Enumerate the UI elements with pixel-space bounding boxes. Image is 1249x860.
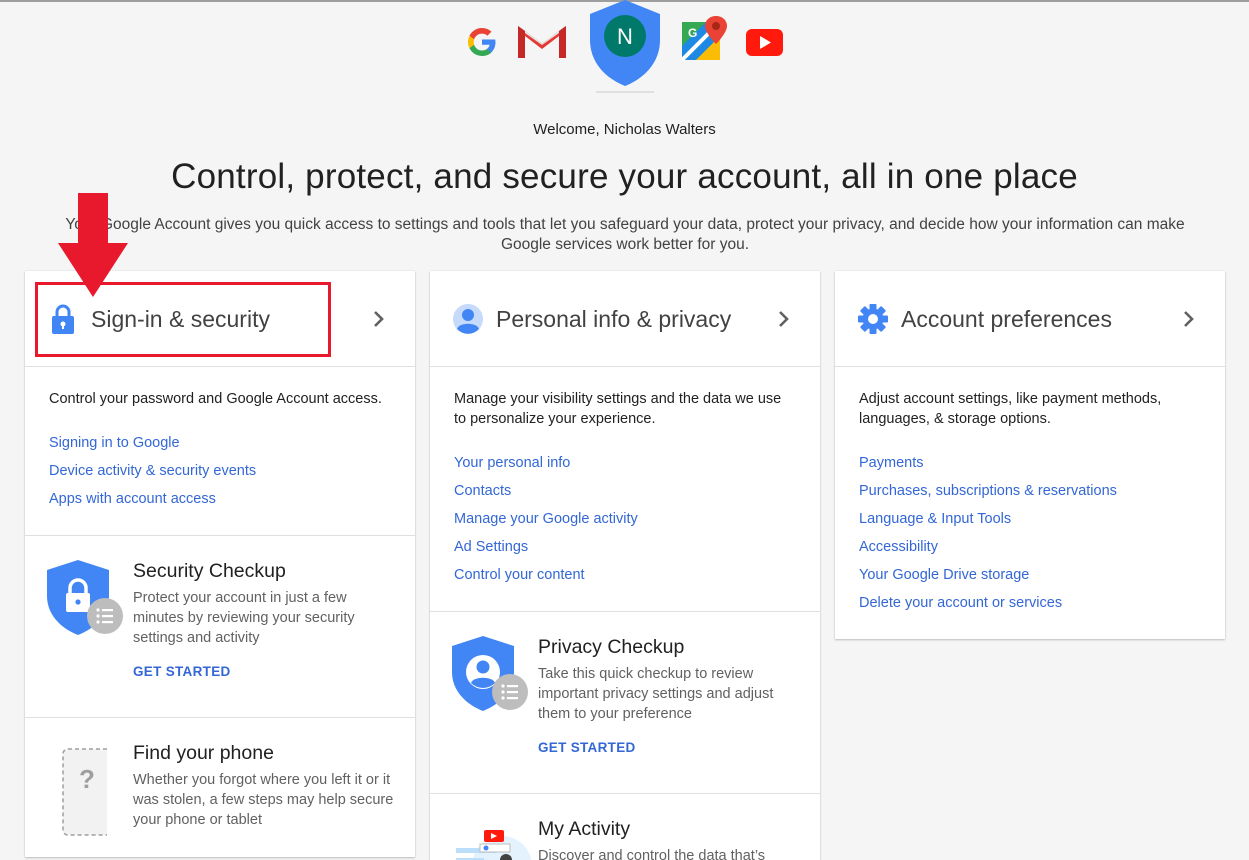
get-started-button[interactable]: GET STARTED [538, 740, 636, 755]
card-personal-info-privacy: Personal info & privacy Manage your visi… [430, 271, 820, 860]
gear-icon [858, 304, 888, 334]
gmail-icon[interactable] [516, 22, 568, 60]
link-contacts[interactable]: Contacts [454, 481, 796, 509]
subcard-find-phone: ? Find your phone Whether you forgot whe… [25, 717, 415, 857]
link-language-input[interactable]: Language & Input Tools [859, 509, 1201, 537]
annotation-arrow-icon [58, 193, 128, 297]
link-manage-activity[interactable]: Manage your Google activity [454, 509, 796, 537]
svg-text:?: ? [79, 764, 95, 794]
subcard-my-activity: My Activity Discover and control the dat… [430, 793, 820, 860]
link-ad-settings[interactable]: Ad Settings [454, 537, 796, 565]
subcard-title: Security Checkup [133, 560, 286, 582]
column-account-preferences: Account preferences Adjust account setti… [835, 271, 1225, 639]
card-title: Account preferences [901, 306, 1112, 332]
card-body-account-preferences: Adjust account settings, like payment me… [835, 367, 1225, 639]
chevron-right-icon[interactable] [371, 309, 387, 329]
card-account-preferences: Account preferences Adjust account setti… [835, 271, 1225, 639]
avatar-initial: N [617, 24, 633, 49]
welcome-text: Welcome, Nicholas Walters [533, 121, 716, 138]
link-drive-storage[interactable]: Your Google Drive storage [859, 565, 1201, 593]
column-signin-security: Sign-in & security Control your password… [25, 271, 415, 857]
card-signin-security: Sign-in & security Control your password… [25, 271, 415, 857]
subcard-description: Whether you forgot where you left it or … [133, 772, 394, 828]
intro-paragraph: Your Google Account gives you quick acce… [65, 216, 1185, 253]
account-shield-avatar[interactable]: N [590, 0, 660, 86]
link-payments[interactable]: Payments [859, 453, 1201, 481]
card-description: Manage your visibility settings and the … [454, 391, 782, 427]
svg-text:G: G [688, 26, 697, 40]
subcard-description: Protect your account in just a few minut… [133, 590, 355, 646]
my-activity-icon [456, 830, 532, 860]
card-header-personal-info[interactable]: Personal info & privacy [430, 271, 820, 367]
card-description: Control your password and Google Account… [49, 391, 382, 407]
card-body-personal-info: Manage your visibility settings and the … [430, 367, 820, 611]
chevron-right-icon[interactable] [1181, 309, 1197, 329]
card-body-signin-security: Control your password and Google Account… [25, 367, 415, 535]
link-delete-account[interactable]: Delete your account or services [859, 593, 1201, 621]
link-purchases[interactable]: Purchases, subscriptions & reservations [859, 481, 1201, 509]
subcard-privacy-checkup: Privacy Checkup Take this quick checkup … [430, 611, 820, 793]
chevron-right-icon[interactable] [776, 309, 792, 329]
link-signing-in[interactable]: Signing in to Google [49, 433, 391, 461]
app-icons-row: N G [0, 0, 1249, 96]
link-personal-info[interactable]: Your personal info [454, 453, 796, 481]
subcard-description: Take this quick checkup to review import… [538, 666, 774, 722]
youtube-icon[interactable] [746, 29, 783, 56]
link-accessibility[interactable]: Accessibility [859, 537, 1201, 565]
avatar-underline [596, 91, 654, 93]
link-apps-account-access[interactable]: Apps with account access [49, 489, 391, 517]
subcard-title: My Activity [538, 818, 631, 840]
phone-question-icon: ? [62, 748, 107, 836]
privacy-shield-icon [452, 636, 528, 711]
get-started-button[interactable]: GET STARTED [133, 664, 231, 679]
link-control-content[interactable]: Control your content [454, 565, 796, 593]
google-icon[interactable] [466, 26, 498, 58]
subcard-title: Privacy Checkup [538, 636, 685, 658]
security-shield-icon [47, 560, 123, 635]
page-title: Control, protect, and secure your accoun… [171, 157, 1078, 196]
link-device-activity[interactable]: Device activity & security events [49, 461, 391, 489]
card-header-account-preferences[interactable]: Account preferences [835, 271, 1225, 367]
person-icon [453, 304, 483, 334]
card-description: Adjust account settings, like payment me… [859, 391, 1162, 427]
subcard-description: Discover and control the data that’s [538, 848, 766, 860]
subcard-title: Find your phone [133, 742, 274, 764]
maps-icon[interactable]: G [680, 16, 728, 62]
card-title: Personal info & privacy [496, 306, 732, 332]
column-personal-info-privacy: Personal info & privacy Manage your visi… [430, 271, 820, 860]
subcard-security-checkup: Security Checkup Protect your account in… [25, 535, 415, 717]
